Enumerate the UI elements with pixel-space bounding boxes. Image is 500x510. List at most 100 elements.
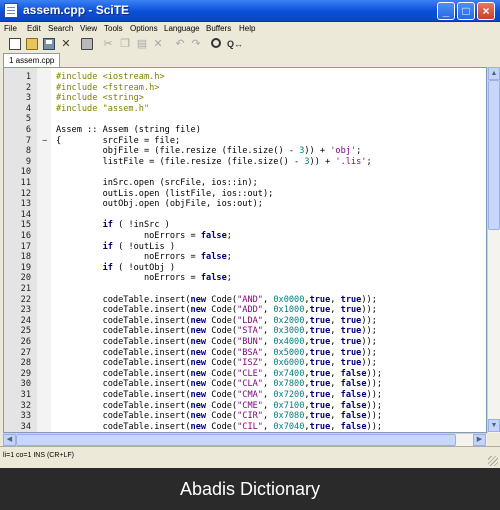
undo-icon[interactable]: ↶ [174,38,186,50]
code-line[interactable]: 25 codeTable.insert(new Code("STA", 0x30… [4,326,484,337]
code-editor[interactable]: 1 #include <iostream.h> 2 #include <fstream… [3,67,487,433]
code-text: codeTable.insert(new Code("CMA", 0x7200,… [56,390,383,400]
code-line[interactable]: 20 noErrors = false; [4,273,484,284]
code-text: #include "assem.h" [56,103,150,114]
scite-window: assem.cpp - SciTE _ □ × File Edit Search… [0,0,500,468]
code-line[interactable]: 33 codeTable.insert(new Code("CIR", 0x70… [4,411,484,422]
copy-icon[interactable]: ❐ [119,38,131,50]
scroll-left-arrow-icon[interactable]: ◀ [3,434,16,446]
code-line[interactable]: 8 objFile = (file.resize (file.size() - … [4,146,484,157]
line-number: 33 [20,411,31,422]
code-line[interactable]: 16 noErrors = false; [4,231,484,242]
tab-assem-cpp[interactable]: 1 assem.cpp [3,53,61,67]
code-text: if ( !outObj ) [102,262,176,273]
horizontal-scrollbar[interactable]: ◀ ▶ [3,433,487,446]
close-file-icon[interactable]: ✕ [60,38,72,50]
code-line[interactable]: 2 #include <fstream.h> [4,83,484,94]
vertical-scroll-thumb[interactable] [488,80,500,230]
scroll-up-arrow-icon[interactable]: ▲ [488,67,500,80]
line-number: 22 [20,294,31,305]
line-number: 27 [20,347,31,358]
code-text: Assem :: Assem (string file) [56,125,201,135]
minimize-button[interactable]: _ [437,2,455,20]
line-number: 8 [25,146,31,157]
code-line[interactable]: 18 noErrors = false; [4,252,484,263]
code-line[interactable]: 7−{ srcFile = file; [4,136,484,147]
scroll-down-arrow-icon[interactable]: ▼ [488,419,500,432]
code-line[interactable]: 17 if ( !outLis ) [4,242,484,253]
code-line[interactable]: 27 codeTable.insert(new Code("BSA", 0x50… [4,348,484,359]
line-number: 6 [25,125,31,135]
code-text: codeTable.insert(new Code("CLA", 0x7800,… [56,379,383,390]
line-number: 18 [20,252,31,263]
line-number: 7 [25,135,31,146]
line-number: 14 [20,209,31,220]
menu-help[interactable]: Help [239,22,255,36]
line-number: 26 [20,337,31,347]
code-line[interactable]: 24 codeTable.insert(new Code("LDA", 0x20… [4,316,484,327]
line-number: 19 [20,262,31,273]
print-icon[interactable] [81,38,93,50]
redo-icon[interactable]: ↷ [190,38,202,50]
code-line[interactable]: 11 inSrc.open (srcFile, ios::in); [4,178,484,189]
menu-view[interactable]: View [80,22,97,36]
code-line[interactable]: 9 listFile = (file.resize (file.size() -… [4,157,484,168]
open-folder-icon[interactable] [26,38,38,50]
menu-file[interactable]: File [4,22,17,36]
code-line[interactable]: 22 codeTable.insert(new Code("AND", 0x00… [4,295,484,306]
resize-grip-icon[interactable] [488,456,498,466]
code-line[interactable]: 10 [4,167,484,178]
code-line[interactable]: 26 codeTable.insert(new Code("BUN", 0x40… [4,337,484,348]
code-line[interactable]: 34 codeTable.insert(new Code("CIL", 0x70… [4,422,484,432]
cut-icon[interactable]: ✂ [102,38,114,50]
line-number: 11 [20,178,31,188]
menu-buffers[interactable]: Buffers [206,22,231,36]
code-line[interactable]: 6 Assem :: Assem (string file) [4,125,484,136]
code-line[interactable]: 21 [4,284,484,295]
code-line[interactable]: 4 #include "assem.h" [4,104,484,115]
app-document-icon [4,3,18,18]
code-line[interactable]: 15 if ( !inSrc ) [4,220,484,231]
code-text: #include <fstream.h> [56,82,160,93]
horizontal-scroll-thumb[interactable] [16,434,456,446]
code-line[interactable]: 12 outLis.open (listFile, ios::out); [4,189,484,200]
code-line[interactable]: 23 codeTable.insert(new Code("ADD", 0x10… [4,305,484,316]
line-number: 3 [25,93,31,104]
find-icon[interactable] [211,38,221,48]
code-line[interactable]: 14 [4,210,484,221]
code-text: if ( !outLis ) [102,241,176,252]
code-line[interactable]: 31 codeTable.insert(new Code("CMA", 0x72… [4,390,484,401]
line-number: 12 [20,188,31,199]
menu-search[interactable]: Search [48,22,73,36]
code-line[interactable]: 29 codeTable.insert(new Code("CLE", 0x74… [4,369,484,380]
code-line[interactable]: 5 [4,114,484,125]
menu-options[interactable]: Options [130,22,158,36]
code-line[interactable]: 30 codeTable.insert(new Code("CLA", 0x78… [4,379,484,390]
save-icon[interactable] [43,38,55,50]
code-text: objFile = (file.resize (file.size() - 3)… [56,146,362,157]
code-line[interactable]: 32 codeTable.insert(new Code("CME", 0x71… [4,401,484,412]
maximize-button[interactable]: □ [457,2,475,20]
code-line[interactable]: 13 outObj.open (objFile, ios:out); [4,199,484,210]
code-line[interactable]: 1 #include <iostream.h> [4,72,484,83]
replace-icon[interactable]: Q↔ [227,38,243,50]
delete-icon[interactable]: ✕ [152,38,164,50]
scroll-right-arrow-icon[interactable]: ▶ [473,434,486,446]
fold-marker-icon[interactable]: − [42,136,47,147]
title-bar[interactable]: assem.cpp - SciTE _ □ × [0,0,500,22]
menu-tools[interactable]: Tools [104,22,123,36]
code-line[interactable]: 19 if ( !outObj ) [4,263,484,274]
code-text: listFile = (file.resize (file.size() - 3… [56,156,372,167]
code-text: codeTable.insert(new Code("CIR", 0x7080,… [56,411,383,422]
code-text: codeTable.insert(new Code("ADD", 0x1000,… [56,305,377,316]
menu-edit[interactable]: Edit [27,22,41,36]
code-line[interactable]: 28 codeTable.insert(new Code("ISZ", 0x60… [4,358,484,369]
line-number: 29 [20,368,31,379]
menu-language[interactable]: Language [164,22,200,36]
paste-icon[interactable]: ▤ [136,38,148,50]
code-line[interactable]: 3 #include <string> [4,93,484,104]
close-button[interactable]: × [477,2,495,20]
vertical-scrollbar[interactable]: ▲ ▼ [487,67,500,433]
line-number: 25 [20,326,31,337]
new-file-icon[interactable] [9,38,21,50]
